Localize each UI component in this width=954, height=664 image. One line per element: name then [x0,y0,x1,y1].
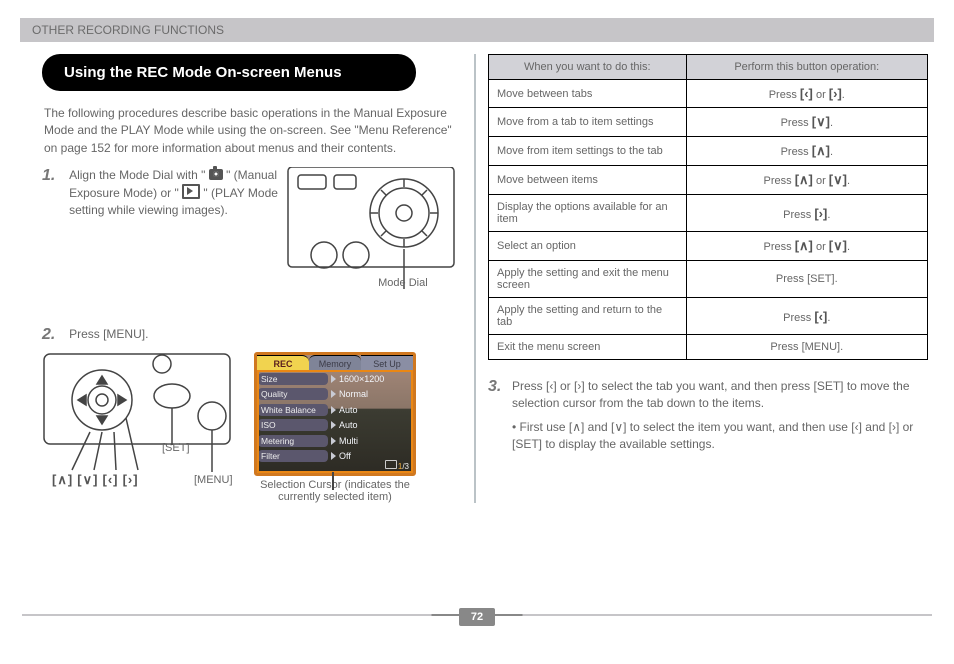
left-column: Using the REC Mode On-screen Menus The f… [42,54,472,503]
header-bar: OTHER RECORDING FUNCTIONS [20,18,934,42]
screen-tab-memory: Memory [309,355,361,371]
set-button-label: [SET] [162,442,190,454]
step-list: 1. Align the Mode Dial with " " (Manual … [42,167,462,344]
right-column: When you want to do this: Perform this b… [478,54,928,503]
page-footer: 72 [0,614,954,638]
camera-dial-illustration: Mode Dial [286,167,456,312]
column-divider [474,54,476,503]
step-2: 2. Press [MENU]. [42,326,462,344]
table-row: Exit the menu screenPress [MENU]. [489,335,928,360]
play-icon [182,184,200,199]
screen-tab-rec: REC [257,355,309,371]
page-number: 72 [459,608,495,626]
controller-figure: [∧] [∨] [‹] [›] [SET] [MENU] REC Memory … [42,352,462,503]
table-row: Move between itemsPress [∧] or [∨]. [489,166,928,195]
table-row: Move between tabsPress [‹] or [›]. [489,80,928,108]
step-3: 3. Press [‹] or [›] to select the tab yo… [488,378,928,454]
screen-figure: REC Memory Set Up Size1600×1200 QualityN… [254,352,416,503]
table-head-action: When you want to do this: [489,55,687,80]
camera-icon [209,169,223,180]
section-intro: The following procedures describe basic … [44,105,460,157]
table-row: Move from a tab to item settingsPress [∨… [489,108,928,137]
mode-dial-label: Mode Dial [378,277,428,289]
step-1: 1. Align the Mode Dial with " " (Manual … [42,167,462,312]
table-row: Display the options available for an ite… [489,195,928,232]
camera-screen: REC Memory Set Up Size1600×1200 QualityN… [254,352,416,476]
section-title: Using the REC Mode On-screen Menus [42,54,416,91]
table-row: Move from item settings to the tabPress … [489,137,928,166]
arrow-buttons-label: [∧] [∨] [‹] [›] [52,472,139,488]
table-row: Apply the setting and return to the tabP… [489,298,928,335]
operations-table: When you want to do this: Perform this b… [488,54,928,360]
table-head-button: Perform this button operation: [686,55,927,80]
page-content: Using the REC Mode On-screen Menus The f… [0,42,954,503]
selection-cursor-caption: Selection Cursor (indicates the currentl… [255,479,415,503]
table-row: Apply the setting and exit the menu scre… [489,261,928,298]
screen-pager: 1/3 [385,460,409,471]
breadcrumb: OTHER RECORDING FUNCTIONS [32,23,224,37]
table-row: Select an optionPress [∧] or [∨]. [489,232,928,261]
menu-button-label: [MENU] [194,474,233,486]
controller-illustration: [∧] [∨] [‹] [›] [SET] [MENU] [42,352,222,487]
screen-tab-setup: Set Up [361,355,413,371]
